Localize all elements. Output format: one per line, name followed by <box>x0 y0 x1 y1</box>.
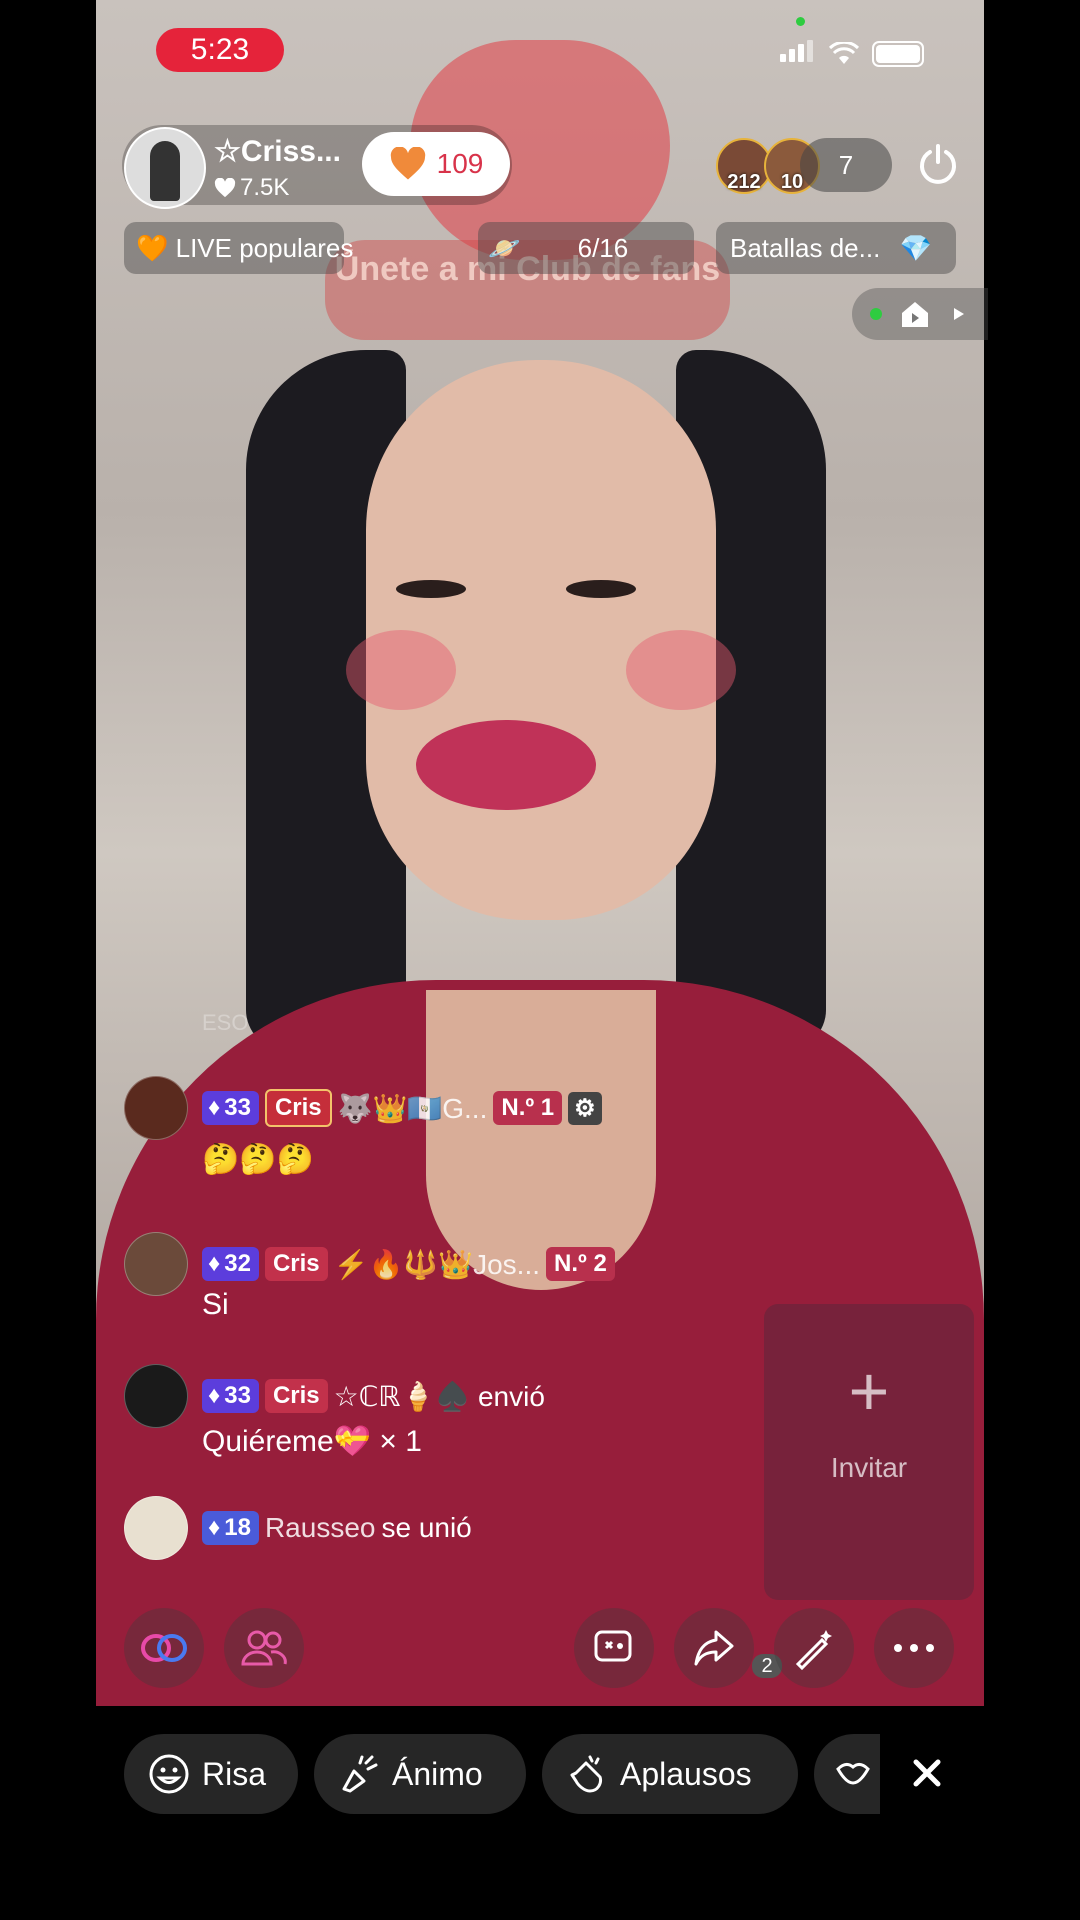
level-badge: ♦ 18 <box>202 1511 259 1545</box>
comment-game-button[interactable] <box>574 1608 654 1688</box>
battles-label: Batallas de... <box>730 233 881 263</box>
cheer-icon <box>342 1755 378 1793</box>
chat-avatar[interactable] <box>124 1076 188 1140</box>
video-cheek <box>346 630 456 710</box>
host-likes-count: 7.5K <box>240 174 290 201</box>
heart-icon <box>214 178 236 198</box>
plus-icon: + <box>848 1352 890 1430</box>
rank-badge: N.º 1 <box>493 1091 563 1125</box>
wifi-icon <box>828 41 860 64</box>
effects-button[interactable] <box>774 1608 854 1688</box>
level-value: 18 <box>224 1514 251 1541</box>
level-value: 32 <box>224 1250 251 1277</box>
fan-score: 109 <box>436 148 484 179</box>
invite-label: Invitar <box>830 1452 908 1483</box>
power-icon[interactable] <box>916 142 960 186</box>
live-popular-badge[interactable]: 🧡 LIVE populares <box>124 222 353 274</box>
diamond-icon: ♦ <box>208 1094 221 1121</box>
level-value: 33 <box>224 1094 251 1121</box>
game-chat-icon <box>594 1630 632 1662</box>
reaction-risa[interactable]: Risa <box>124 1734 298 1814</box>
battery-icon <box>872 40 924 67</box>
chat-message-text: Si <box>202 1288 229 1321</box>
top-viewers[interactable]: 212 10 <box>716 138 820 194</box>
chat-message[interactable]: ♦ 32 Cris ⚡🔥🔱👑Jos... N.º 2 <box>124 1232 615 1296</box>
rank-badge: N.º 2 <box>546 1247 615 1281</box>
share-icon <box>694 1630 734 1666</box>
mini-controls[interactable] <box>852 288 988 340</box>
chat-username[interactable]: ⚡🔥🔱👑Jos... <box>334 1248 540 1281</box>
laugh-icon <box>149 1754 189 1794</box>
status-icons <box>780 40 924 67</box>
chat-message[interactable]: ♦ 18 Rausseo se unió <box>124 1496 472 1560</box>
ranking-badge[interactable]: 🪐 6/16 <box>478 222 694 274</box>
live-popular-label: LIVE populares <box>175 233 354 263</box>
chat-avatar[interactable] <box>124 1364 188 1428</box>
guests-button[interactable] <box>224 1608 304 1688</box>
reaction-more[interactable] <box>814 1734 880 1814</box>
arrow-right-icon[interactable] <box>952 306 966 322</box>
video-eye <box>566 580 636 598</box>
planet-icon: 🪐 <box>488 233 521 263</box>
people-icon <box>241 1630 287 1666</box>
chat-message[interactable]: ♦ 33 Cris ☆ℂℝ🍦♠️ envió <box>124 1364 545 1428</box>
orange-heart-icon: 🧡 <box>136 233 169 263</box>
top-viewer-score: 212 <box>727 171 761 193</box>
clap-icon <box>570 1755 602 1793</box>
reaction-label: Ánimo <box>392 1755 483 1792</box>
battles-badge[interactable]: Batallas de... 💎 <box>716 222 956 274</box>
more-icon <box>894 1644 934 1652</box>
online-dot <box>870 308 882 320</box>
fan-badge: Cris <box>264 1247 328 1281</box>
link-icon <box>141 1634 187 1662</box>
kiss-icon <box>836 1762 870 1785</box>
diamond-icon: ♦ <box>208 1250 221 1277</box>
signal-icon <box>780 40 816 67</box>
video-lips <box>416 720 596 810</box>
reaction-label: Aplausos <box>620 1755 752 1792</box>
video-eye <box>396 580 466 598</box>
invite-button[interactable]: + Invitar <box>764 1304 974 1600</box>
close-icon[interactable] <box>902 1748 952 1798</box>
fan-heart-icon <box>390 147 425 180</box>
chat-username[interactable]: ☆ℂℝ🍦♠️ envió <box>334 1380 545 1413</box>
chat-message-text: 🤔🤔🤔 <box>202 1143 315 1176</box>
level-value: 33 <box>224 1382 251 1409</box>
magic-wand-icon <box>795 1630 832 1670</box>
reaction-label: Risa <box>202 1755 267 1792</box>
ranking-value: 6/16 <box>577 233 629 263</box>
chat-message-text: se unió <box>381 1512 472 1543</box>
camera-indicator <box>796 17 805 26</box>
host-likes: 7.5K <box>214 174 289 202</box>
level-badge: ♦ 33 <box>202 1091 259 1125</box>
chat-message[interactable]: ♦ 33 Cris 🐺👑🇬🇹G... N.º 1 ⚙ <box>124 1076 602 1140</box>
fan-badge: Cris <box>264 1379 328 1413</box>
reaction-aplausos[interactable]: Aplausos <box>542 1734 798 1814</box>
level-badge: ♦ 33 <box>202 1379 259 1413</box>
home-icon[interactable] <box>900 300 930 328</box>
gem-icon: 💎 <box>899 233 932 263</box>
chat-message-text: Quiéreme💝 × 1 <box>202 1425 422 1458</box>
level-badge: ♦ 32 <box>202 1247 259 1281</box>
fan-badge: Cris <box>264 1089 332 1127</box>
multi-guest-button[interactable] <box>124 1608 204 1688</box>
fan-club-button[interactable]: 109 <box>362 132 510 196</box>
user-settings-icon[interactable]: ⚙ <box>568 1091 602 1125</box>
chat-avatar[interactable] <box>124 1496 188 1560</box>
share-button[interactable] <box>674 1608 754 1688</box>
faded-chat-text: ESO <box>202 1010 249 1035</box>
diamond-icon: ♦ <box>208 1382 221 1409</box>
diamond-icon: ♦ <box>208 1514 221 1541</box>
video-cheek <box>626 630 736 710</box>
reaction-animo[interactable]: Ánimo <box>314 1734 526 1814</box>
chat-username[interactable]: Rausseo <box>265 1512 376 1544</box>
status-time: 5:23 <box>156 28 284 72</box>
host-name[interactable]: ☆Criss... <box>214 134 341 169</box>
chat-avatar[interactable] <box>124 1232 188 1296</box>
chat-username[interactable]: 🐺👑🇬🇹G... <box>338 1092 488 1125</box>
host-avatar[interactable] <box>124 127 206 209</box>
viewer-count[interactable]: 7 <box>800 138 892 192</box>
more-button[interactable] <box>874 1608 954 1688</box>
